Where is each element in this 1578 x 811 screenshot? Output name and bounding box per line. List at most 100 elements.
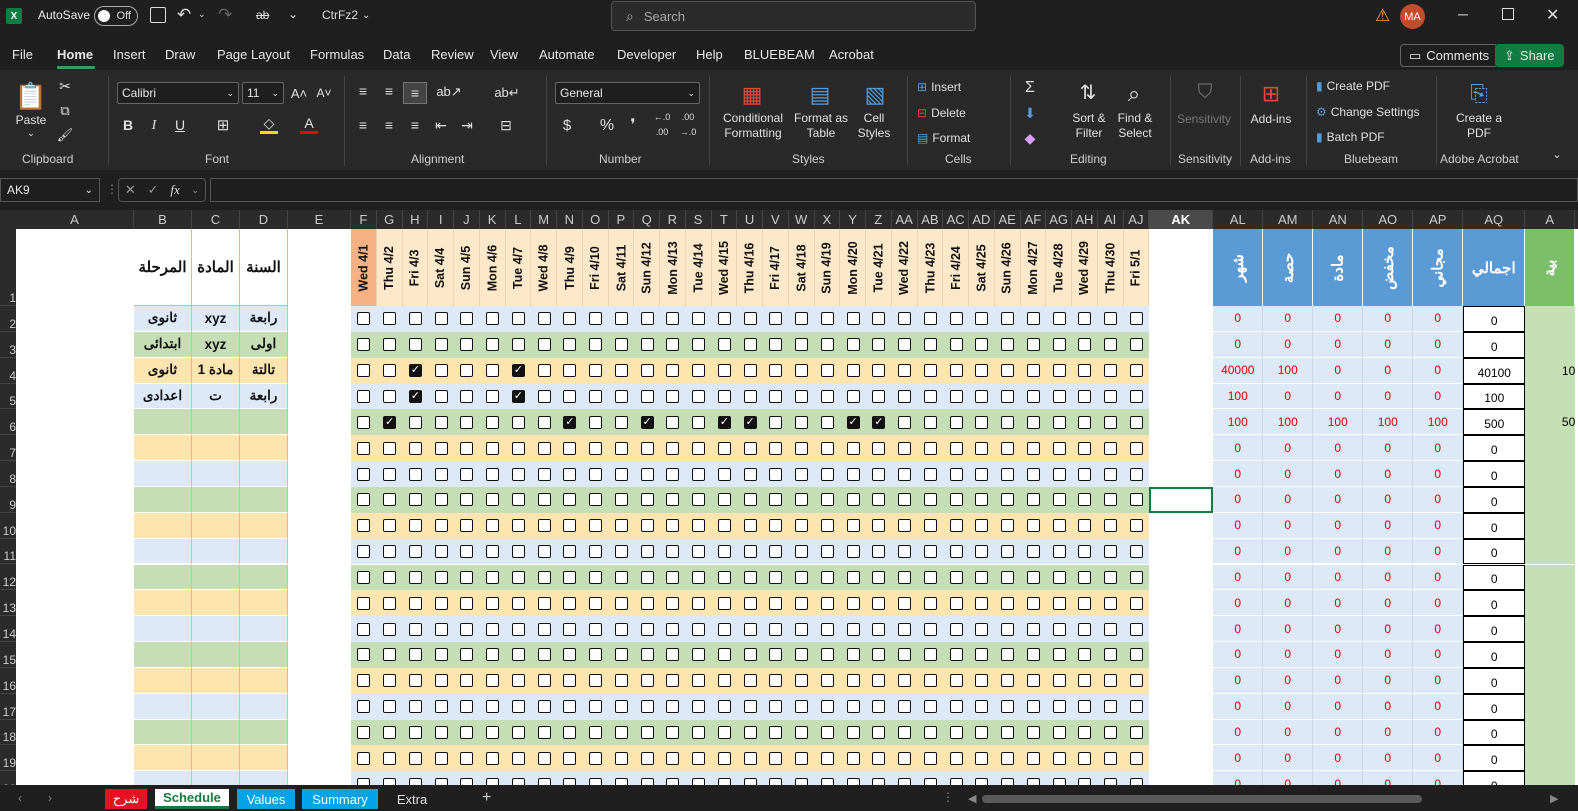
checkbox-cell[interactable] xyxy=(814,538,841,565)
checkbox-unchecked[interactable] xyxy=(563,389,577,403)
checkbox-unchecked[interactable] xyxy=(1001,338,1015,352)
empty-cell[interactable] xyxy=(1149,719,1214,746)
checkbox-cell[interactable] xyxy=(788,667,815,694)
checkbox-cell[interactable] xyxy=(1046,435,1072,462)
checkbox-cell[interactable] xyxy=(634,667,660,694)
find-select-icon[interactable]: ⌕ xyxy=(1118,78,1150,108)
checkbox-unchecked[interactable] xyxy=(975,648,989,662)
checkbox-checked[interactable]: ✓ xyxy=(717,415,731,429)
row-header[interactable]: 14 xyxy=(0,616,16,643)
cell-subject[interactable] xyxy=(192,771,240,785)
checkbox-unchecked[interactable] xyxy=(923,364,937,378)
checkbox-unchecked[interactable] xyxy=(408,751,422,765)
column-header-aj[interactable]: AJ xyxy=(1124,210,1150,229)
column-header-af[interactable]: AF xyxy=(1021,210,1047,229)
row-header[interactable]: 8 xyxy=(0,461,16,487)
checkbox-unchecked[interactable] xyxy=(1052,622,1066,636)
checkbox-cell[interactable] xyxy=(376,357,403,384)
checkbox-cell[interactable] xyxy=(402,719,429,746)
checkbox-cell[interactable] xyxy=(402,538,429,565)
checkbox-cell[interactable] xyxy=(376,486,403,513)
checkbox-unchecked[interactable] xyxy=(563,364,577,378)
checkbox-unchecked[interactable] xyxy=(640,777,654,785)
summary-value[interactable]: 0 xyxy=(1313,616,1364,643)
checkbox-cell[interactable] xyxy=(376,771,403,785)
checkbox-cell[interactable] xyxy=(943,538,969,565)
checkbox-cell[interactable] xyxy=(866,306,892,332)
checkbox-unchecked[interactable] xyxy=(1026,726,1040,740)
summary-value[interactable]: 0 xyxy=(1313,435,1364,462)
total-value[interactable]: 0 xyxy=(1463,693,1526,720)
checkbox-cell[interactable] xyxy=(814,771,841,785)
checkbox-unchecked[interactable] xyxy=(898,596,912,610)
checkbox-unchecked[interactable] xyxy=(563,570,577,584)
cell-year[interactable] xyxy=(240,538,288,565)
checkbox-cell[interactable] xyxy=(814,564,841,591)
checkbox-unchecked[interactable] xyxy=(460,389,474,403)
checkbox-unchecked[interactable] xyxy=(795,519,809,533)
summary-value[interactable]: 0 xyxy=(1313,693,1364,720)
checkbox-unchecked[interactable] xyxy=(614,338,628,352)
checkbox-unchecked[interactable] xyxy=(1078,441,1092,455)
summary-value[interactable]: 0 xyxy=(1413,745,1464,772)
checkbox-unchecked[interactable] xyxy=(872,389,886,403)
checkbox-cell[interactable] xyxy=(1072,642,1098,668)
empty-cell[interactable] xyxy=(288,357,351,384)
checkbox-unchecked[interactable] xyxy=(1052,415,1066,429)
checkbox-unchecked[interactable] xyxy=(769,364,783,378)
checkbox-cell[interactable] xyxy=(531,771,557,785)
checkbox-unchecked[interactable] xyxy=(1104,648,1118,662)
checkbox-cell[interactable] xyxy=(763,383,789,410)
checkbox-unchecked[interactable] xyxy=(795,545,809,559)
checkbox-cell[interactable] xyxy=(685,616,712,643)
selected-cell-ak9[interactable] xyxy=(1149,486,1214,513)
sensitivity-button[interactable]: Sensitivity xyxy=(1176,110,1232,128)
orientation-icon[interactable]: ab↗ xyxy=(436,82,462,100)
restore-icon[interactable] xyxy=(1502,8,1514,20)
checkbox-unchecked[interactable] xyxy=(589,700,603,714)
empty-cell[interactable] xyxy=(1149,331,1214,358)
checkbox-cell[interactable] xyxy=(531,693,557,720)
checkbox-cell[interactable] xyxy=(1097,409,1124,436)
checkbox-cell[interactable] xyxy=(351,409,377,436)
checkbox-cell[interactable] xyxy=(840,435,866,462)
checkbox-unchecked[interactable] xyxy=(975,519,989,533)
cell-year[interactable] xyxy=(240,693,288,720)
checkbox-unchecked[interactable] xyxy=(1026,751,1040,765)
checkbox-cell[interactable] xyxy=(531,512,557,539)
formula-input[interactable] xyxy=(210,178,1578,202)
checkbox-unchecked[interactable] xyxy=(975,415,989,429)
checkbox-unchecked[interactable] xyxy=(537,726,551,740)
checkbox-cell[interactable] xyxy=(428,331,454,358)
checkbox-cell[interactable] xyxy=(454,745,480,772)
checkbox-unchecked[interactable] xyxy=(795,596,809,610)
cell-subject[interactable] xyxy=(192,667,240,694)
checkbox-unchecked[interactable] xyxy=(795,312,809,326)
extra-value[interactable] xyxy=(1525,564,1576,591)
checkbox-unchecked[interactable] xyxy=(460,519,474,533)
checkbox-unchecked[interactable] xyxy=(769,674,783,688)
checkbox-cell[interactable] xyxy=(505,667,532,694)
checkbox-cell[interactable] xyxy=(557,693,583,720)
checkbox-unchecked[interactable] xyxy=(795,751,809,765)
checkbox-unchecked[interactable] xyxy=(383,777,397,785)
checkbox-cell[interactable] xyxy=(531,306,557,332)
cell-year[interactable] xyxy=(240,745,288,772)
empty-cell[interactable] xyxy=(288,306,351,332)
checkbox-cell[interactable] xyxy=(685,383,712,410)
checkbox-cell[interactable] xyxy=(1123,590,1150,617)
checkbox-cell[interactable] xyxy=(1123,486,1150,513)
summary-value[interactable]: 0 xyxy=(1263,512,1314,539)
checkbox-cell[interactable] xyxy=(866,564,892,591)
checkbox-cell[interactable] xyxy=(917,306,944,332)
cell-year[interactable]: رابعة xyxy=(240,383,288,410)
cut-icon[interactable]: ✂ xyxy=(57,78,73,94)
total-value[interactable]: 0 xyxy=(1463,512,1526,539)
checkbox-cell[interactable] xyxy=(1046,383,1072,410)
checkbox-unchecked[interactable] xyxy=(614,700,628,714)
cell-subject[interactable] xyxy=(192,564,240,591)
checkbox-unchecked[interactable] xyxy=(769,389,783,403)
checkbox-unchecked[interactable] xyxy=(795,364,809,378)
checkbox-unchecked[interactable] xyxy=(511,674,525,688)
checkbox-cell[interactable] xyxy=(1072,306,1098,332)
